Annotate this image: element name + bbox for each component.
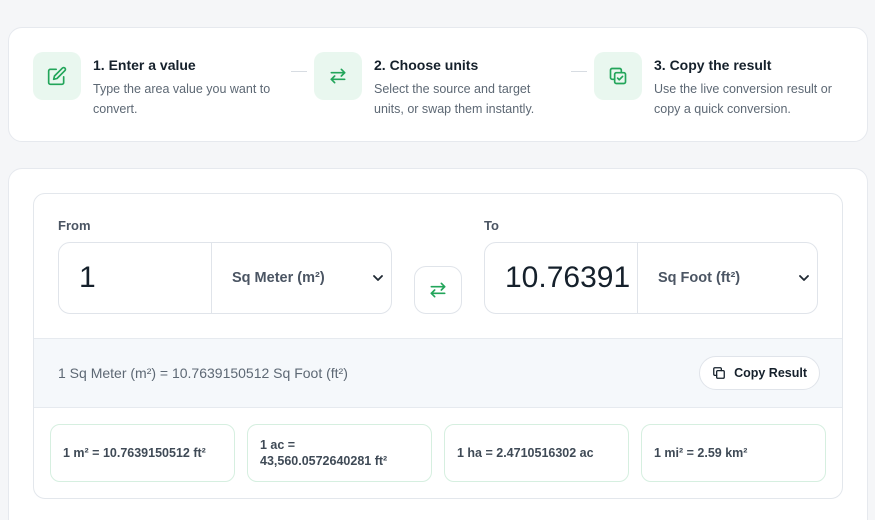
from-unit-label: Sq Meter (m²) (232, 270, 325, 286)
step-title: 3. Copy the result (654, 57, 772, 73)
step-choose-units: 2. Choose units Select the source and ta… (314, 52, 569, 122)
swap-units-button[interactable] (414, 266, 462, 314)
quick-conversion-chip[interactable]: 1 ha = 2.4710516302 ac (444, 424, 629, 482)
converter-card: From 1 Sq Meter (m²) To 10.76391 Sq Foot… (8, 168, 868, 520)
edit-icon (33, 52, 81, 100)
quick-conversion-chip[interactable]: 1 m² = 10.7639150512 ft² (50, 424, 235, 482)
to-label: To (484, 218, 499, 233)
step-title: 2. Choose units (374, 57, 479, 73)
to-unit-select[interactable]: Sq Foot (ft²) (638, 243, 817, 313)
step-copy-result: 3. Copy the result Use the live conversi… (594, 52, 856, 122)
from-value-input[interactable]: 1 (59, 243, 212, 313)
chevron-down-icon (373, 275, 383, 281)
to-value-output[interactable]: 10.76391 (485, 243, 638, 313)
from-label: From (58, 218, 91, 233)
step-title: 1. Enter a value (93, 57, 196, 73)
to-field: 10.76391 Sq Foot (ft²) (484, 242, 818, 314)
converter-panel: From 1 Sq Meter (m²) To 10.76391 Sq Foot… (33, 193, 843, 499)
copy-result-button[interactable]: Copy Result (699, 356, 820, 390)
copy-check-icon (594, 52, 642, 100)
from-field: 1 Sq Meter (m²) (58, 242, 392, 314)
quick-conversion-chip[interactable]: 1 ac = 43,560.0572640281 ft² (247, 424, 432, 482)
steps-card: 1. Enter a value Type the area value you… (8, 27, 868, 142)
chevron-down-icon (799, 275, 809, 281)
step-separator (571, 71, 587, 72)
step-enter-value: 1. Enter a value Type the area value you… (33, 52, 288, 122)
step-description: Select the source and target units, or s… (374, 82, 535, 116)
copy-result-label: Copy Result (734, 366, 807, 380)
copy-icon (713, 367, 725, 379)
swap-icon (430, 282, 446, 298)
step-description: Type the area value you want to convert. (93, 82, 271, 116)
swap-icon (314, 52, 362, 100)
quick-conversion-chip[interactable]: 1 mi² = 2.59 km² (641, 424, 826, 482)
to-unit-label: Sq Foot (ft²) (658, 270, 741, 286)
step-description: Use the live conversion result or copy a… (654, 82, 832, 116)
step-separator (291, 71, 307, 72)
result-text: 1 Sq Meter (m²) = 10.7639150512 Sq Foot … (58, 365, 348, 381)
from-unit-select[interactable]: Sq Meter (m²) (212, 243, 391, 313)
result-bar: 1 Sq Meter (m²) = 10.7639150512 Sq Foot … (34, 338, 842, 408)
